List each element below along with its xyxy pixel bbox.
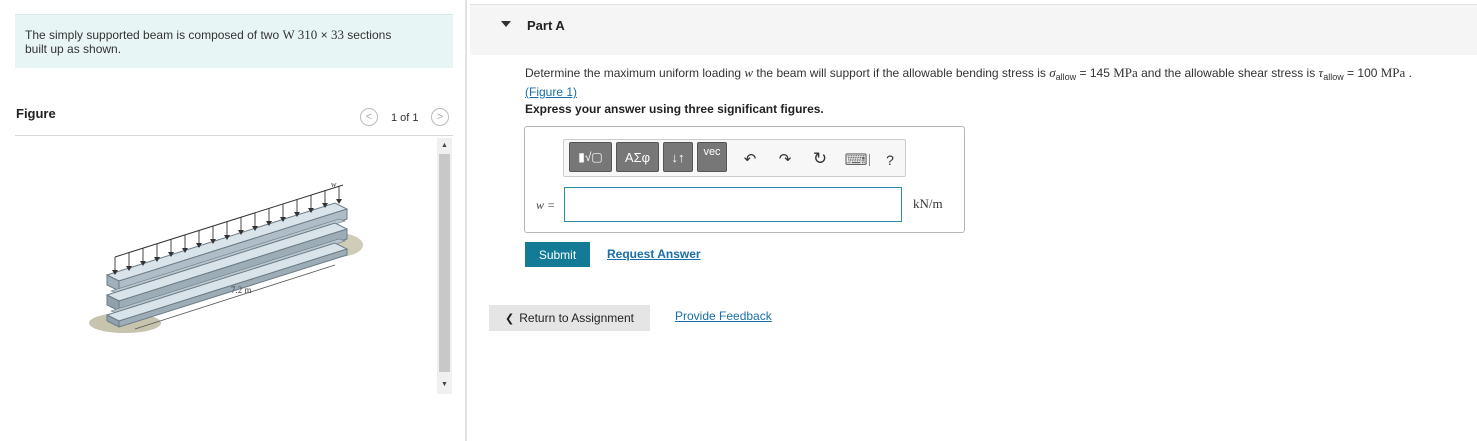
- part-title: Part A: [527, 18, 565, 33]
- load-label: w: [331, 180, 337, 189]
- toolbar-separator: [869, 154, 870, 166]
- times-symbol: ×: [320, 28, 328, 42]
- reset-icon[interactable]: ↻: [811, 149, 829, 169]
- beam-figure: w 7.2 m: [89, 180, 363, 333]
- redo-icon[interactable]: ↷: [777, 149, 793, 169]
- undo-icon[interactable]: ↶: [742, 149, 758, 169]
- scroll-up-icon[interactable]: ▲: [441, 142, 448, 149]
- chevron-left-icon: ❮: [505, 312, 515, 325]
- scroll-down-icon[interactable]: ▼: [441, 381, 448, 388]
- instruction-text: Express your answer using three signific…: [525, 102, 824, 116]
- scrollbar-thumb[interactable]: [439, 154, 450, 372]
- answer-input[interactable]: [564, 187, 902, 222]
- column-divider: [465, 0, 467, 441]
- next-figure-button[interactable]: >: [431, 108, 449, 126]
- question-variable: w: [744, 65, 754, 80]
- figure-heading: Figure: [16, 106, 56, 121]
- chevron-right-icon: >: [436, 110, 444, 123]
- provide-feedback-link[interactable]: Provide Feedback: [675, 309, 772, 323]
- templates-button[interactable]: ▮√▢: [569, 142, 612, 172]
- templates-icon: ▮√▢: [578, 150, 603, 164]
- help-icon[interactable]: ?: [882, 149, 898, 171]
- return-to-assignment-button[interactable]: ❮ Return to Assignment: [489, 305, 650, 331]
- submit-button[interactable]: Submit: [525, 242, 590, 267]
- figure-link[interactable]: (Figure 1): [525, 85, 577, 99]
- vector-button[interactable]: vec: [697, 142, 727, 172]
- length-label: 7.2 m: [231, 285, 252, 295]
- greek-symbols-button[interactable]: ΑΣφ: [616, 142, 659, 172]
- figure-pager: 1 of 1: [391, 112, 419, 124]
- figure-divider: [15, 135, 453, 136]
- chevron-left-icon: <: [365, 110, 373, 123]
- part-a-header[interactable]: [470, 4, 1477, 55]
- answer-variable-label: w =: [536, 198, 556, 212]
- request-answer-link[interactable]: Request Answer: [607, 247, 701, 261]
- section-name: W 310: [282, 27, 318, 42]
- section-value: 33: [330, 27, 344, 42]
- problem-statement: The simply supported beam is composed of…: [25, 27, 392, 57]
- prev-figure-button[interactable]: <: [360, 108, 378, 126]
- arrows-button[interactable]: ↓↑: [663, 142, 693, 172]
- question-text: Determine the maximum uniform loading w …: [525, 65, 1412, 99]
- keyboard-icon[interactable]: ⌨: [844, 150, 867, 170]
- answer-unit: kN/m: [913, 196, 943, 211]
- collapse-caret-icon[interactable]: [501, 21, 511, 27]
